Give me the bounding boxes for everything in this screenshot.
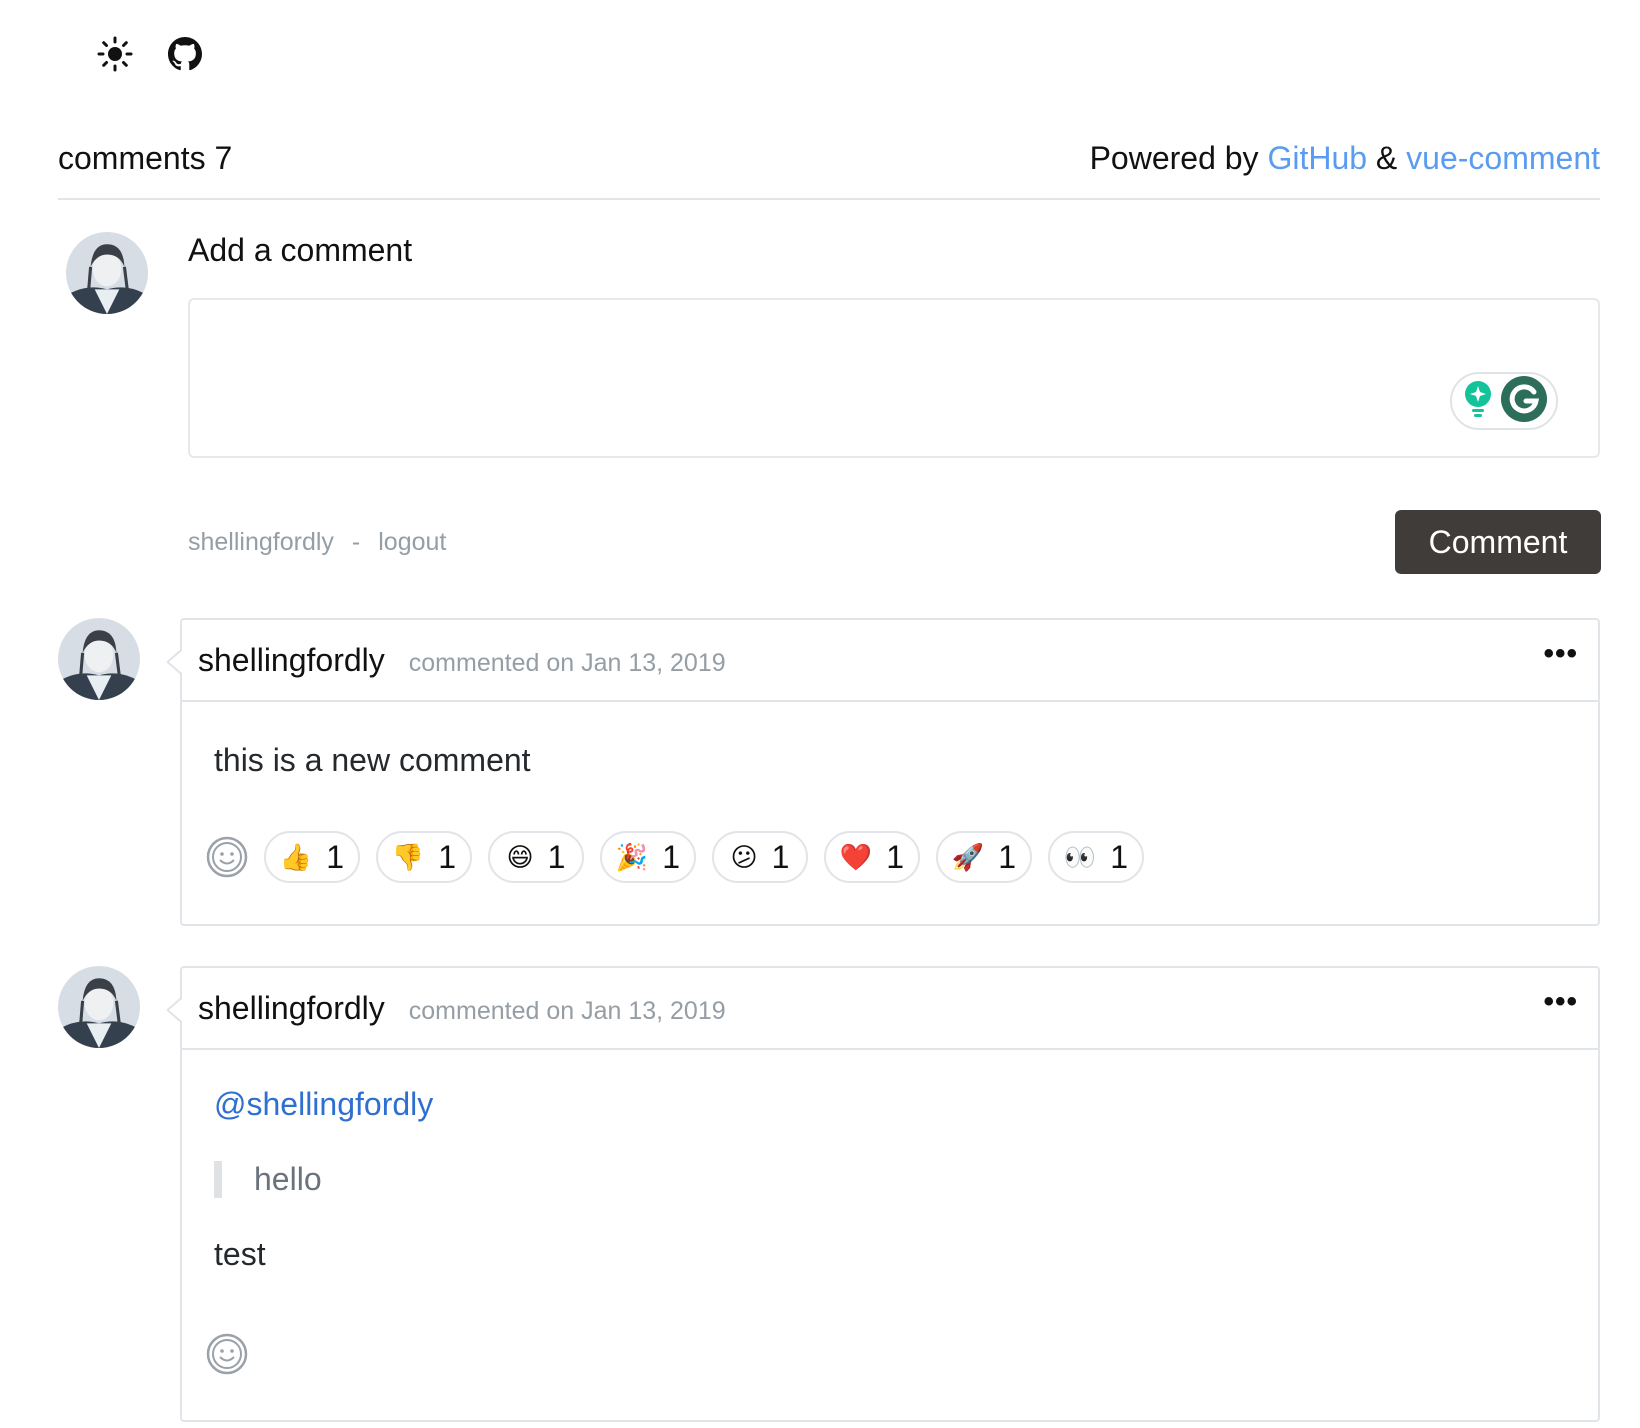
- lightbulb-icon[interactable]: [1461, 379, 1495, 424]
- user-mention-link[interactable]: @shellingfordly: [214, 1086, 1566, 1123]
- sun-icon[interactable]: [97, 36, 133, 72]
- user-line: shellingfordly - logout: [188, 528, 446, 557]
- logout-link[interactable]: logout: [378, 528, 446, 557]
- thumbs-down-icon: 👎: [391, 842, 425, 872]
- github-icon[interactable]: [167, 36, 203, 72]
- reaction-count: 1: [1110, 838, 1129, 875]
- grammarly-icon[interactable]: [1501, 375, 1547, 427]
- comment-count: comments 7: [58, 140, 233, 176]
- comment-author[interactable]: shellingfordly: [198, 990, 385, 1027]
- comment-submit-button[interactable]: Comment: [1395, 510, 1601, 574]
- comment-header: shellingfordly commented on Jan 13, 2019…: [182, 968, 1598, 1050]
- reaction-thumbs-down[interactable]: 👎 1: [376, 831, 472, 883]
- heart-icon: ❤️: [839, 842, 873, 872]
- more-options-icon[interactable]: •••: [1543, 639, 1578, 669]
- reaction-hooray[interactable]: 🎉 1: [600, 831, 696, 883]
- username-link[interactable]: shellingfordly: [188, 528, 334, 557]
- comment-body: this is a new comment 👍 1 👎 1 😄 1 🎉 1 😕 1 ❤️ 1…: [182, 742, 1598, 883]
- comment-textarea[interactable]: [188, 298, 1600, 458]
- add-reaction-icon[interactable]: [206, 836, 248, 878]
- comment-card: shellingfordly commented on Jan 13, 2019…: [166, 618, 1600, 926]
- powered-by: Powered by GitHub & vue-comment: [1090, 140, 1600, 177]
- separator: -: [351, 528, 361, 556]
- add-comment-title: Add a comment: [188, 232, 413, 268]
- comment-body: @shellingfordly hello test: [182, 1086, 1598, 1375]
- comment-header: shellingfordly commented on Jan 13, 2019…: [182, 620, 1598, 702]
- reaction-count: 1: [771, 838, 790, 875]
- reaction-count: 1: [886, 838, 905, 875]
- reaction-confused[interactable]: 😕 1: [712, 831, 808, 883]
- comment-avatar[interactable]: [58, 618, 140, 700]
- github-link[interactable]: GitHub: [1267, 140, 1367, 176]
- eyes-icon: 👀: [1063, 842, 1097, 872]
- comment-author[interactable]: shellingfordly: [198, 642, 385, 679]
- reaction-bar: 👍 1 👎 1 😄 1 🎉 1 😕 1 ❤️ 1 🚀 1 👀 1: [206, 831, 1566, 883]
- confused-icon: 😕: [730, 842, 758, 872]
- thumbs-up-icon: 👍: [279, 842, 313, 872]
- reaction-eyes[interactable]: 👀 1: [1048, 831, 1144, 883]
- blockquote: hello: [214, 1161, 1566, 1198]
- comments-header: comments 7 Powered by GitHub & vue-comme…: [58, 140, 1600, 200]
- comment-date: commented on Jan 13, 2019: [408, 648, 726, 677]
- reaction-thumbs-up[interactable]: 👍 1: [264, 831, 360, 883]
- powered-by-prefix: Powered by: [1089, 140, 1259, 176]
- current-user-avatar: [66, 232, 148, 314]
- reaction-rocket[interactable]: 🚀 1: [936, 831, 1032, 883]
- add-reaction-icon[interactable]: [206, 1333, 248, 1375]
- reaction-count: 1: [662, 838, 681, 875]
- reaction-count: 1: [998, 838, 1017, 875]
- reaction-laugh[interactable]: 😄 1: [488, 831, 584, 883]
- comment-card: shellingfordly commented on Jan 13, 2019…: [166, 966, 1600, 1422]
- comment-text: test: [214, 1236, 266, 1272]
- comment-text: this is a new comment: [214, 742, 531, 778]
- reaction-count: 1: [326, 838, 345, 875]
- grammarly-widget[interactable]: [1450, 372, 1558, 430]
- ampersand: &: [1375, 140, 1398, 176]
- reaction-count: 1: [547, 838, 566, 875]
- reaction-heart[interactable]: ❤️ 1: [824, 831, 920, 883]
- comment-date: commented on Jan 13, 2019: [408, 996, 726, 1025]
- rocket-icon: 🚀: [951, 842, 985, 872]
- vue-comment-link[interactable]: vue-comment: [1406, 140, 1600, 176]
- reaction-count: 1: [438, 838, 457, 875]
- reaction-bar: [206, 1333, 1566, 1375]
- top-toolbar: [97, 36, 203, 72]
- comment-avatar[interactable]: [58, 966, 140, 1048]
- laugh-icon: 😄: [506, 842, 534, 872]
- more-options-icon[interactable]: •••: [1543, 987, 1578, 1017]
- hooray-icon: 🎉: [615, 842, 649, 872]
